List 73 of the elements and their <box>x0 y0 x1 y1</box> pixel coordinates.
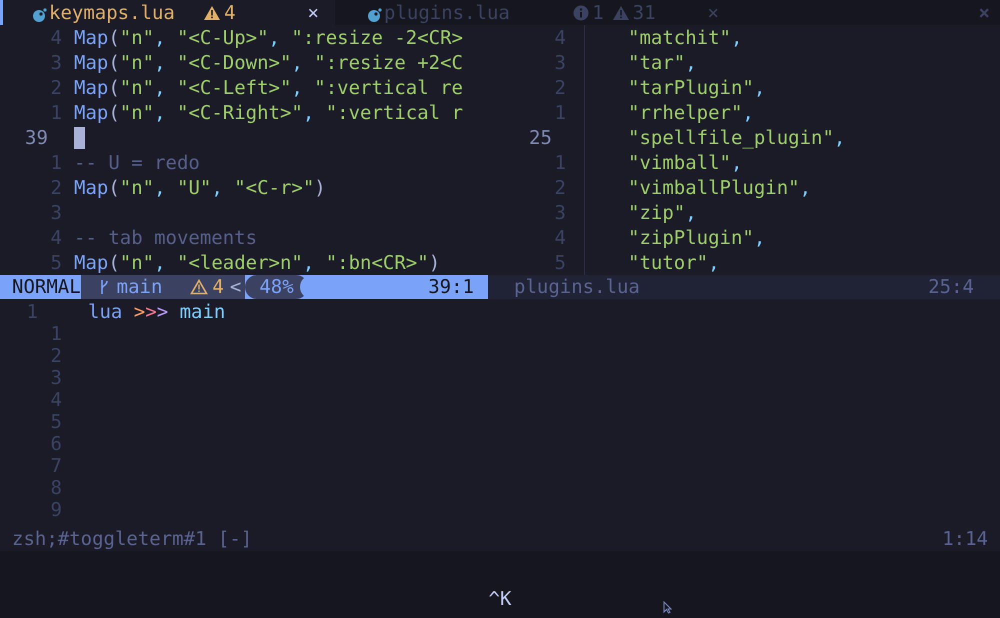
code-line: "matchit", <box>628 26 742 48</box>
line-number: 5 <box>50 252 63 274</box>
code-line: "vimballPlugin", <box>628 176 812 198</box>
line-number: 1 <box>50 102 63 124</box>
warning-count: 4 <box>212 276 224 298</box>
close-tab-button[interactable]: × <box>704 2 723 24</box>
line-number: 25 <box>528 126 553 148</box>
file-tab[interactable]: keymaps.lua 4 × <box>0 0 335 25</box>
line-number: 1 <box>554 102 567 124</box>
close-tab-button[interactable]: × <box>304 2 323 24</box>
line-number: 1 <box>26 301 38 323</box>
line-number: 4 <box>50 389 62 411</box>
warning-icon <box>612 4 630 20</box>
lua-file-icon <box>368 8 382 22</box>
git-branch-icon <box>98 279 109 295</box>
line-number: 39 <box>24 126 49 148</box>
code-line: -- tab movements <box>74 226 258 248</box>
line-number: 3 <box>50 202 63 224</box>
code-line: Map("n", "<C-Up>", ":resize -2<CR> <box>74 26 463 48</box>
command-keys: ^K <box>488 588 512 610</box>
line-number: 1 <box>50 152 63 174</box>
warning-icon <box>203 4 222 20</box>
line-number: 3 <box>50 367 62 389</box>
code-line: Map("n", "<C-Left>", ":vertical re <box>74 76 463 98</box>
code-line: Map("n", "<leader>n", ":bn<CR>") <box>74 252 440 274</box>
line-number: 3 <box>554 202 567 224</box>
separator: < <box>230 275 246 299</box>
line-number: 4 <box>50 26 63 48</box>
line-number: 4 <box>554 226 567 248</box>
terminal-title: zsh;#toggleterm#1 [-] <box>12 528 252 550</box>
code-line: "tutor", <box>628 252 720 274</box>
line-number: 9 <box>50 499 62 521</box>
line-number: 4 <box>50 226 63 248</box>
code-line: Map("n", "<C-Right>", ":vertical r <box>74 102 464 124</box>
code-line: "zipPlugin", <box>628 226 766 248</box>
branch-name: main <box>116 276 162 298</box>
line-number: 1 <box>50 323 62 345</box>
code-line: "tar", <box>628 52 697 74</box>
file-name: plugins.lua <box>514 276 640 298</box>
code-line: "vimball", <box>628 152 742 174</box>
warning-count: 4 <box>224 2 236 24</box>
info-icon <box>573 4 590 20</box>
line-number: 2 <box>554 176 567 198</box>
shell-prompt: lua >>> main <box>88 301 226 323</box>
cursor-position: 25:4 <box>928 276 974 298</box>
code-line: "spellfile_plugin", <box>628 126 846 148</box>
line-number: 3 <box>50 52 63 74</box>
line-number: 2 <box>50 345 62 367</box>
line-number: 3 <box>554 52 567 74</box>
line-number: 7 <box>50 455 62 477</box>
lua-file-icon <box>33 8 47 22</box>
line-number: 2 <box>50 176 63 198</box>
line-number: 8 <box>50 477 62 499</box>
line-number: 1 <box>554 152 567 174</box>
mouse-pointer-icon <box>663 601 672 614</box>
line-number: 6 <box>50 433 62 455</box>
code-line: "tarPlugin", <box>628 76 766 98</box>
warning-icon <box>190 279 208 295</box>
line-number: 4 <box>554 26 567 48</box>
line-number: 5 <box>554 252 567 274</box>
warning-count: 31 <box>632 2 656 24</box>
line-number: 5 <box>50 411 62 433</box>
cursor-position: 1:14 <box>942 528 988 550</box>
line-number: 2 <box>50 76 63 98</box>
code-line: Map("n", "U", "<C-r>") <box>74 176 326 198</box>
line-number: 2 <box>554 76 567 98</box>
cursor <box>74 126 85 148</box>
code-line: "rrhelper", <box>628 102 754 124</box>
info-count: 1 <box>592 2 604 24</box>
close-button[interactable]: × <box>974 2 994 24</box>
code-line: -- U = redo <box>74 152 200 174</box>
code-line: Map("n", "<C-Down>", ":resize +2<C <box>74 52 463 74</box>
code-line: "zip", <box>628 202 697 224</box>
